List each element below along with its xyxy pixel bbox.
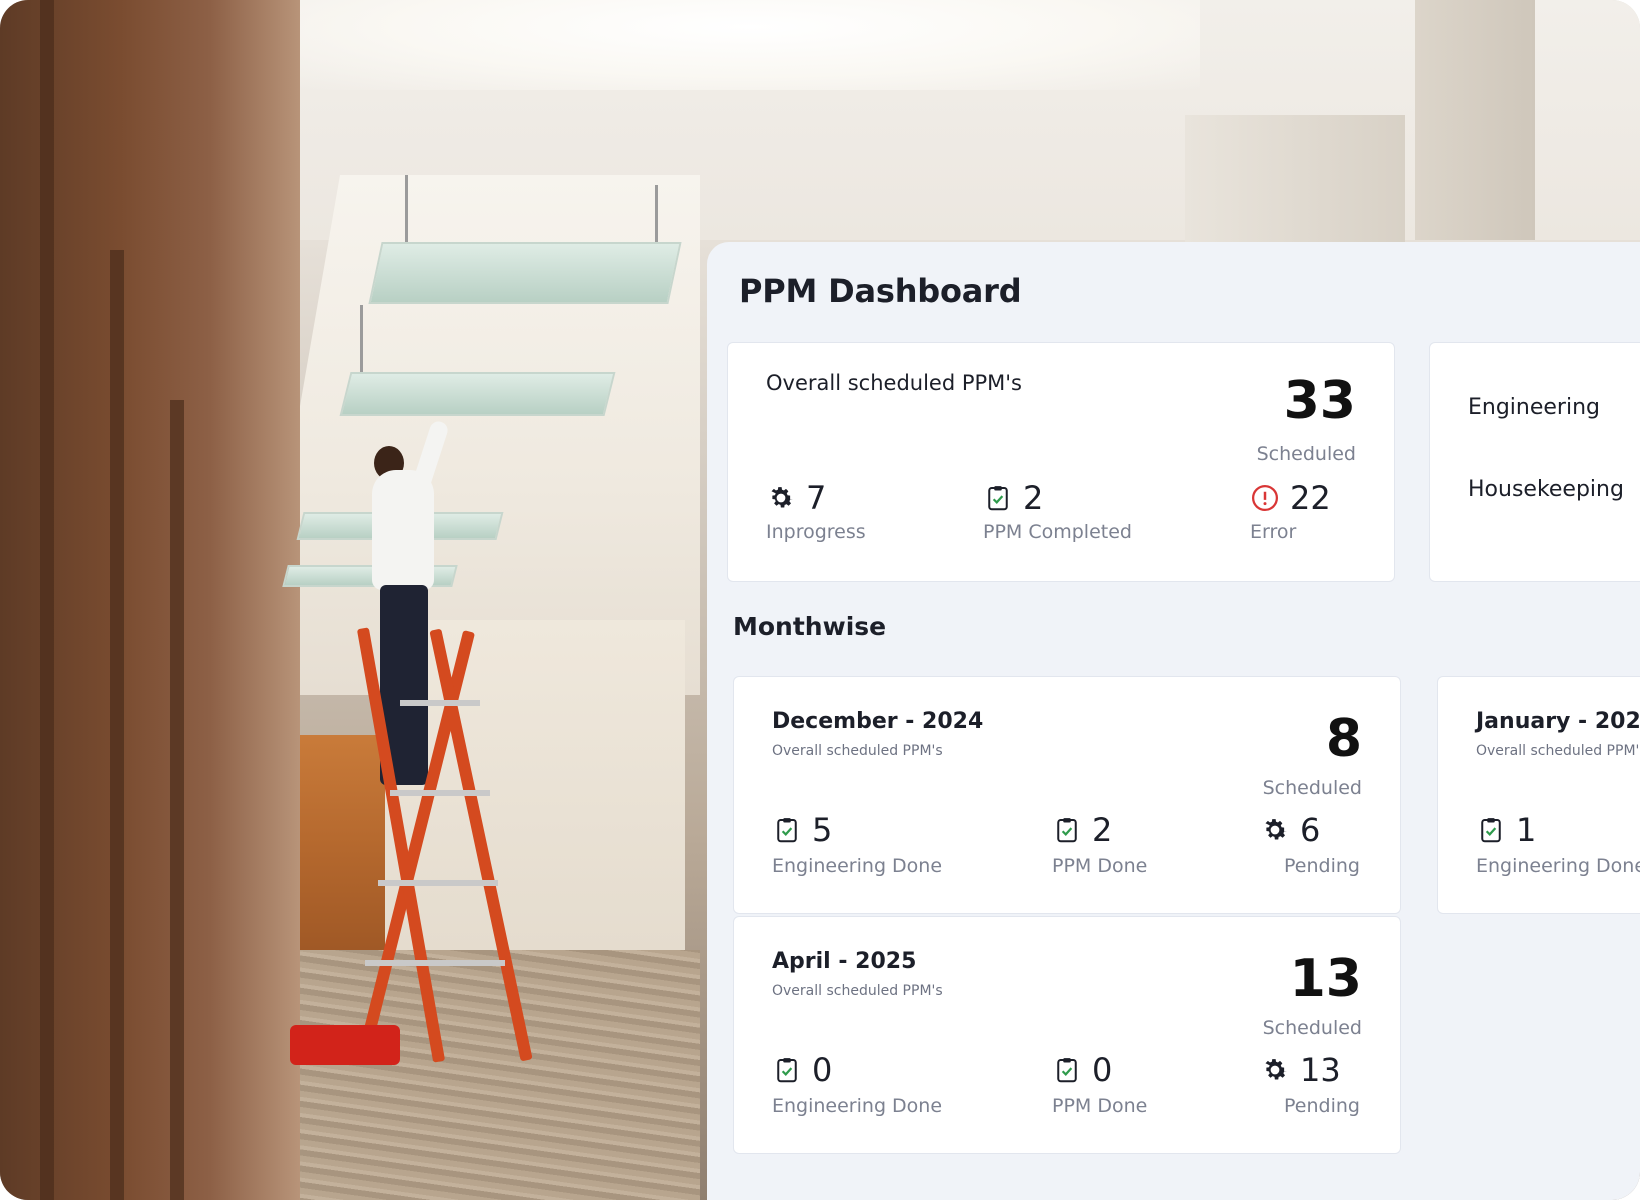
error-label: Error [1250, 521, 1297, 543]
engineering-done-count: 1 [1516, 811, 1537, 849]
ppm-dashboard-panel: PPM Dashboard Overall scheduled PPM's 33… [707, 242, 1640, 1200]
ppm-completed-stat: 2 [983, 479, 1043, 517]
engineering-done-stat: 1 [1476, 811, 1536, 849]
ladder-step [400, 700, 480, 706]
pending-label: Pending [1284, 855, 1360, 877]
month-subtitle: Overall scheduled PPM's [1476, 743, 1640, 759]
red-toolbox [290, 1025, 400, 1065]
alert-circle-icon [1252, 485, 1278, 511]
overall-scheduled-label: Scheduled [1256, 443, 1356, 465]
ppm-done-count: 0 [1092, 1051, 1113, 1089]
month-subtitle: Overall scheduled PPM's [772, 743, 943, 759]
screenshot-frame: PPM Dashboard Overall scheduled PPM's 33… [0, 0, 1640, 1200]
pending-label: Pending [1284, 1095, 1360, 1117]
inprogress-stat: 7 [766, 479, 826, 517]
pending-count: 13 [1300, 1051, 1341, 1089]
technician-body [372, 470, 434, 590]
clipboard-check-icon [988, 486, 1008, 511]
completed-count: 2 [1023, 479, 1044, 517]
page-title: PPM Dashboard [739, 272, 1022, 310]
ceiling-pillar [1185, 115, 1405, 255]
clipboard-check-icon [1481, 818, 1501, 843]
clipboard-check-icon [777, 1058, 797, 1083]
gear-icon [771, 487, 793, 508]
ppm-done-label: PPM Done [1052, 855, 1148, 877]
inprogress-count: 7 [806, 479, 827, 517]
month-scheduled-count: 8 [1325, 709, 1362, 769]
overall-scheduled-count: 33 [1283, 371, 1356, 431]
clipboard-check-icon [1057, 1058, 1077, 1083]
lamp-rod [655, 185, 658, 245]
month-title: January - 2025 [1476, 709, 1640, 734]
ceiling-lamp [339, 372, 616, 416]
inprogress-label: Inprogress [766, 521, 866, 543]
monthwise-heading: Monthwise [733, 612, 887, 641]
month-scheduled-label: Scheduled [1262, 777, 1362, 799]
department-engineering: Engineering [1468, 395, 1600, 420]
lamp-rod [405, 175, 408, 245]
month-scheduled-label: Scheduled [1262, 1017, 1362, 1039]
gear-icon [1265, 819, 1287, 840]
ppm-done-stat: 0 [1052, 1051, 1112, 1089]
gear-icon [1265, 1059, 1287, 1080]
ceiling-light-glow [300, 0, 1200, 90]
ladder-step [365, 960, 505, 966]
month-title: December - 2024 [772, 709, 984, 734]
pending-stat: 6 [1260, 811, 1320, 849]
completed-label: PPM Completed [983, 521, 1132, 543]
engineering-done-count: 0 [812, 1051, 833, 1089]
department-housekeeping: Housekeeping [1468, 477, 1624, 502]
error-count: 22 [1290, 479, 1331, 517]
engineering-done-label: Engineering Done [1476, 855, 1640, 877]
clipboard-check-icon [777, 818, 797, 843]
engineering-done-stat: 0 [772, 1051, 832, 1089]
pending-stat: 13 [1260, 1051, 1341, 1089]
month-subtitle: Overall scheduled PPM's [772, 983, 943, 999]
department-card[interactable]: Engineering Housekeeping [1429, 342, 1640, 582]
month-scheduled-count: 13 [1289, 949, 1362, 1009]
month-card-december[interactable]: December - 2024 Overall scheduled PPM's … [733, 676, 1401, 914]
ceiling-column [1415, 0, 1535, 240]
pending-count: 6 [1300, 811, 1321, 849]
lamp-rod [360, 305, 363, 375]
overall-card-title: Overall scheduled PPM's [766, 371, 1022, 395]
overall-scheduled-card[interactable]: Overall scheduled PPM's 33 Scheduled 7 I… [727, 342, 1395, 582]
month-card-january[interactable]: January - 2025 Overall scheduled PPM's 1… [1437, 676, 1640, 914]
ppm-done-label: PPM Done [1052, 1095, 1148, 1117]
ladder-step [378, 880, 498, 886]
month-title: April - 2025 [772, 949, 917, 974]
error-stat: 22 [1250, 479, 1331, 517]
engineering-done-stat: 5 [772, 811, 832, 849]
ladder-step [390, 790, 490, 796]
clipboard-check-icon [1057, 818, 1077, 843]
engineering-done-count: 5 [812, 811, 833, 849]
engineering-done-label: Engineering Done [772, 1095, 943, 1117]
month-card-april[interactable]: April - 2025 Overall scheduled PPM's 13 … [733, 916, 1401, 1154]
ceiling-lamp [368, 242, 682, 304]
left-wood-wall [0, 0, 300, 1200]
engineering-done-label: Engineering Done [772, 855, 943, 877]
ppm-done-count: 2 [1092, 811, 1113, 849]
ppm-done-stat: 2 [1052, 811, 1112, 849]
